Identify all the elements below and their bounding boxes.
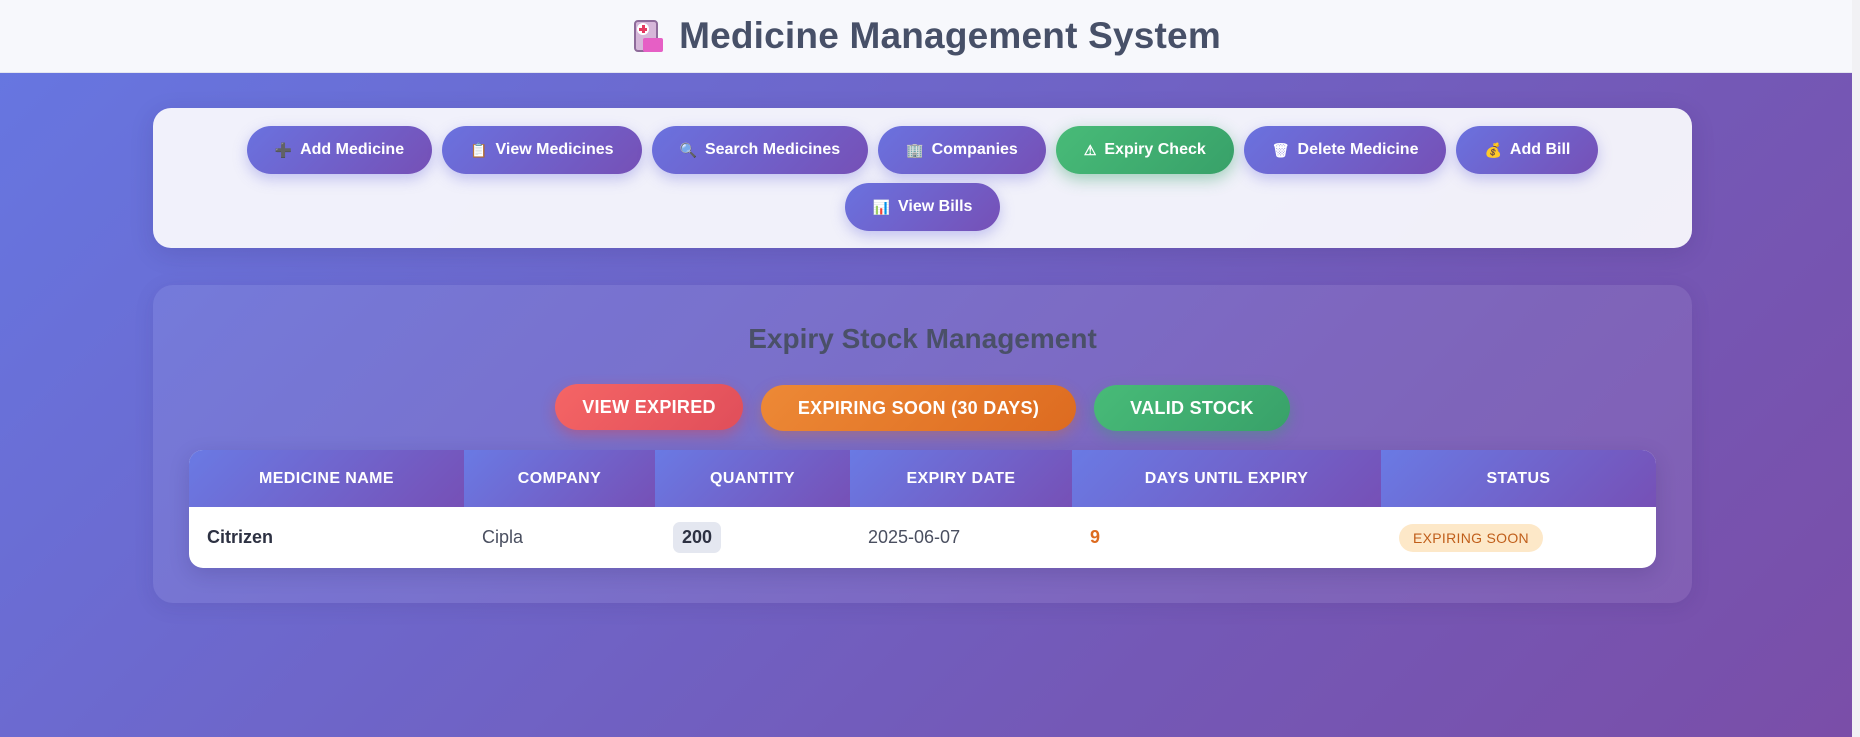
bar-chart-icon: 📊 xyxy=(872,199,891,215)
building-icon: 🏢 xyxy=(906,142,924,158)
button-label: Add Medicine xyxy=(300,141,405,158)
quantity-badge: 200 xyxy=(673,522,722,553)
magnifier-icon: 🔍 xyxy=(679,142,697,158)
scrollbar[interactable] xyxy=(1852,0,1860,737)
column-header-medicine-name[interactable]: MEDICINE NAME xyxy=(189,450,464,507)
medicine-name-cell: Citrizen xyxy=(207,527,274,547)
view-medicines-button[interactable]: 📋 View Medicines xyxy=(442,126,642,174)
status-badge: EXPIRING SOON xyxy=(1399,523,1543,552)
money-bag-icon: 💰 xyxy=(1484,142,1502,158)
column-header-expiry-date[interactable]: EXPIRY DATE xyxy=(850,450,1072,507)
valid-stock-button[interactable]: VALID STOCK xyxy=(1094,385,1290,431)
column-header-status[interactable]: STATUS xyxy=(1381,450,1656,507)
app-title-text: Medicine Management System xyxy=(679,15,1221,56)
button-label: Search Medicines xyxy=(704,141,841,158)
button-label: View Medicines xyxy=(495,141,614,158)
expiring-soon-button[interactable]: EXPIRING SOON (30 DAYS) xyxy=(760,385,1077,431)
button-label: Delete Medicine xyxy=(1297,141,1419,158)
button-label: View Bills xyxy=(898,198,973,215)
company-cell: Cipla xyxy=(482,527,524,547)
nav-row: 📊 View Bills xyxy=(153,183,1692,231)
days-until-expiry-cell: 9 xyxy=(1090,527,1101,547)
add-medicine-button[interactable]: ➕ Add Medicine xyxy=(246,126,433,174)
table-row[interactable]: Citrizen Cipla 200 2025-06-07 9 EXPIRING… xyxy=(189,507,1656,568)
table-header-row: MEDICINE NAME COMPANY QUANTITY EXPIRY DA… xyxy=(189,450,1656,507)
expiry-table: MEDICINE NAME COMPANY QUANTITY EXPIRY DA… xyxy=(189,450,1656,568)
expiry-panel: Expiry Stock Management VIEW EXPIRED EXP… xyxy=(153,285,1692,603)
companies-button[interactable]: 🏢 Companies xyxy=(878,126,1046,174)
app-header: Medicine Management System xyxy=(0,0,1852,73)
quantity-cell: 200 xyxy=(655,507,850,568)
view-expired-button[interactable]: VIEW EXPIRED xyxy=(555,384,743,430)
button-label: Add Bill xyxy=(1509,141,1571,158)
trash-icon: 🗑 xyxy=(1271,142,1290,158)
view-bills-button[interactable]: 📊 View Bills xyxy=(844,183,1001,231)
delete-medicine-button[interactable]: 🗑 Delete Medicine xyxy=(1243,126,1447,174)
expiry-date-cell: 2025-06-07 xyxy=(868,527,961,547)
button-label: Expiry Check xyxy=(1104,141,1206,158)
expiry-check-button[interactable]: ⚠ Expiry Check xyxy=(1055,126,1234,174)
column-header-company[interactable]: COMPANY xyxy=(464,450,655,507)
column-header-quantity[interactable]: QUANTITY xyxy=(655,450,850,507)
hospital-icon xyxy=(631,18,664,54)
warning-icon: ⚠ xyxy=(1083,142,1097,158)
nav-card: ➕ Add Medicine 📋 View Medicines 🔍 Search… xyxy=(153,108,1692,248)
button-label: Companies xyxy=(931,141,1018,158)
add-bill-button[interactable]: 💰 Add Bill xyxy=(1456,126,1599,174)
column-header-days-until-expiry[interactable]: DAYS UNTIL EXPIRY xyxy=(1072,450,1381,507)
filter-row: VIEW EXPIRED EXPIRING SOON (30 DAYS) VAL… xyxy=(153,384,1692,431)
app-title: Medicine Management System xyxy=(631,15,1221,57)
section-title: Expiry Stock Management xyxy=(748,323,1097,354)
plus-icon: ➕ xyxy=(274,142,293,158)
status-cell: EXPIRING SOON xyxy=(1381,507,1656,568)
clipboard-icon: 📋 xyxy=(470,142,488,158)
search-medicines-button[interactable]: 🔍 Search Medicines xyxy=(651,126,869,174)
nav-row: ➕ Add Medicine 📋 View Medicines 🔍 Search… xyxy=(153,126,1692,174)
